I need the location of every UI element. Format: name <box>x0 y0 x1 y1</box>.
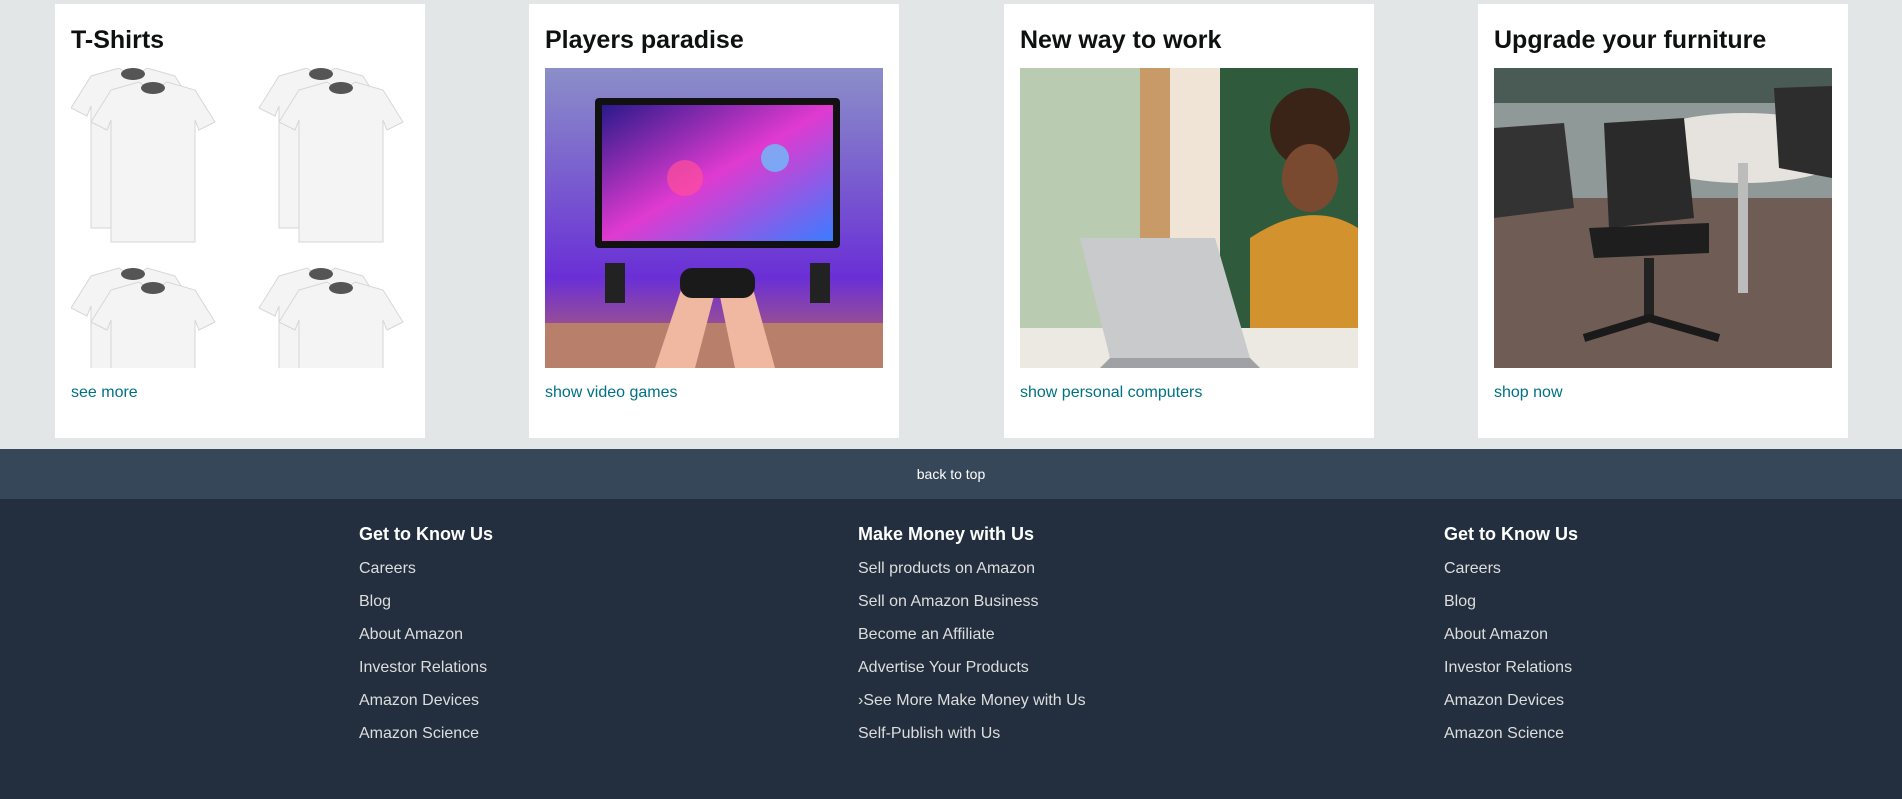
footer-link-see-more-make-money[interactable]: ›See More Make Money with Us <box>858 692 1086 709</box>
footer-link-about-amazon[interactable]: About Amazon <box>1444 626 1548 643</box>
footer-link-investor-relations[interactable]: Investor Relations <box>1444 659 1572 676</box>
footer-link-careers[interactable]: Careers <box>1444 560 1501 577</box>
footer-link-amazon-devices[interactable]: Amazon Devices <box>359 692 479 709</box>
card-tshirts: T-Shirts see more <box>55 4 425 438</box>
footer-link-amazon-science[interactable]: Amazon Science <box>1444 725 1564 742</box>
card-furniture: Upgrade your furniture shop now <box>1478 4 1848 438</box>
work-image[interactable] <box>1020 68 1358 368</box>
show-video-games-link[interactable]: show video games <box>545 384 678 402</box>
card-title: Players paradise <box>545 26 744 54</box>
card-title: New way to work <box>1020 26 1222 54</box>
footer-column-heading: Get to Know Us <box>359 524 493 544</box>
gaming-image[interactable] <box>545 68 883 368</box>
footer-column-get-to-know-us: Get to Know Us Careers Blog About Amazon… <box>359 523 493 757</box>
footer-link-careers[interactable]: Careers <box>359 560 416 577</box>
footer-link-become-affiliate[interactable]: Become an Affiliate <box>858 626 995 643</box>
see-more-link[interactable]: see more <box>71 384 138 402</box>
footer-column-get-to-know-us-2: Get to Know Us Careers Blog About Amazon… <box>1444 523 1578 757</box>
card-computers: New way to work show personal computers <box>1004 4 1374 438</box>
footer-link-blog[interactable]: Blog <box>1444 593 1476 610</box>
footer-link-amazon-science[interactable]: Amazon Science <box>359 725 479 742</box>
back-to-top-button[interactable]: back to top <box>0 449 1902 499</box>
card-title: T-Shirts <box>71 26 165 54</box>
card-video-games: Players paradise show video games <box>529 4 899 438</box>
footer-column-make-money: Make Money with Us Sell products on Amaz… <box>858 523 1086 757</box>
footer-link-sell-business[interactable]: Sell on Amazon Business <box>858 593 1039 610</box>
footer-link-sell-products[interactable]: Sell products on Amazon <box>858 560 1035 577</box>
footer: Get to Know Us Careers Blog About Amazon… <box>0 499 1902 799</box>
card-title: Upgrade your furniture <box>1494 26 1767 54</box>
footer-link-blog[interactable]: Blog <box>359 593 391 610</box>
card-row: T-Shirts see more Players paradise show … <box>0 0 1902 449</box>
footer-link-self-publish[interactable]: Self-Publish with Us <box>858 725 1000 742</box>
show-personal-computers-link[interactable]: show personal computers <box>1020 384 1202 402</box>
footer-column-heading: Get to Know Us <box>1444 524 1578 544</box>
footer-column-heading: Make Money with Us <box>858 524 1035 544</box>
footer-link-advertise-products[interactable]: Advertise Your Products <box>858 659 1029 676</box>
footer-link-investor-relations[interactable]: Investor Relations <box>359 659 487 676</box>
tshirts-image[interactable] <box>71 68 409 368</box>
footer-link-about-amazon[interactable]: About Amazon <box>359 626 463 643</box>
footer-link-amazon-devices[interactable]: Amazon Devices <box>1444 692 1564 709</box>
shop-now-link[interactable]: shop now <box>1494 384 1563 402</box>
furniture-image[interactable] <box>1494 68 1832 368</box>
